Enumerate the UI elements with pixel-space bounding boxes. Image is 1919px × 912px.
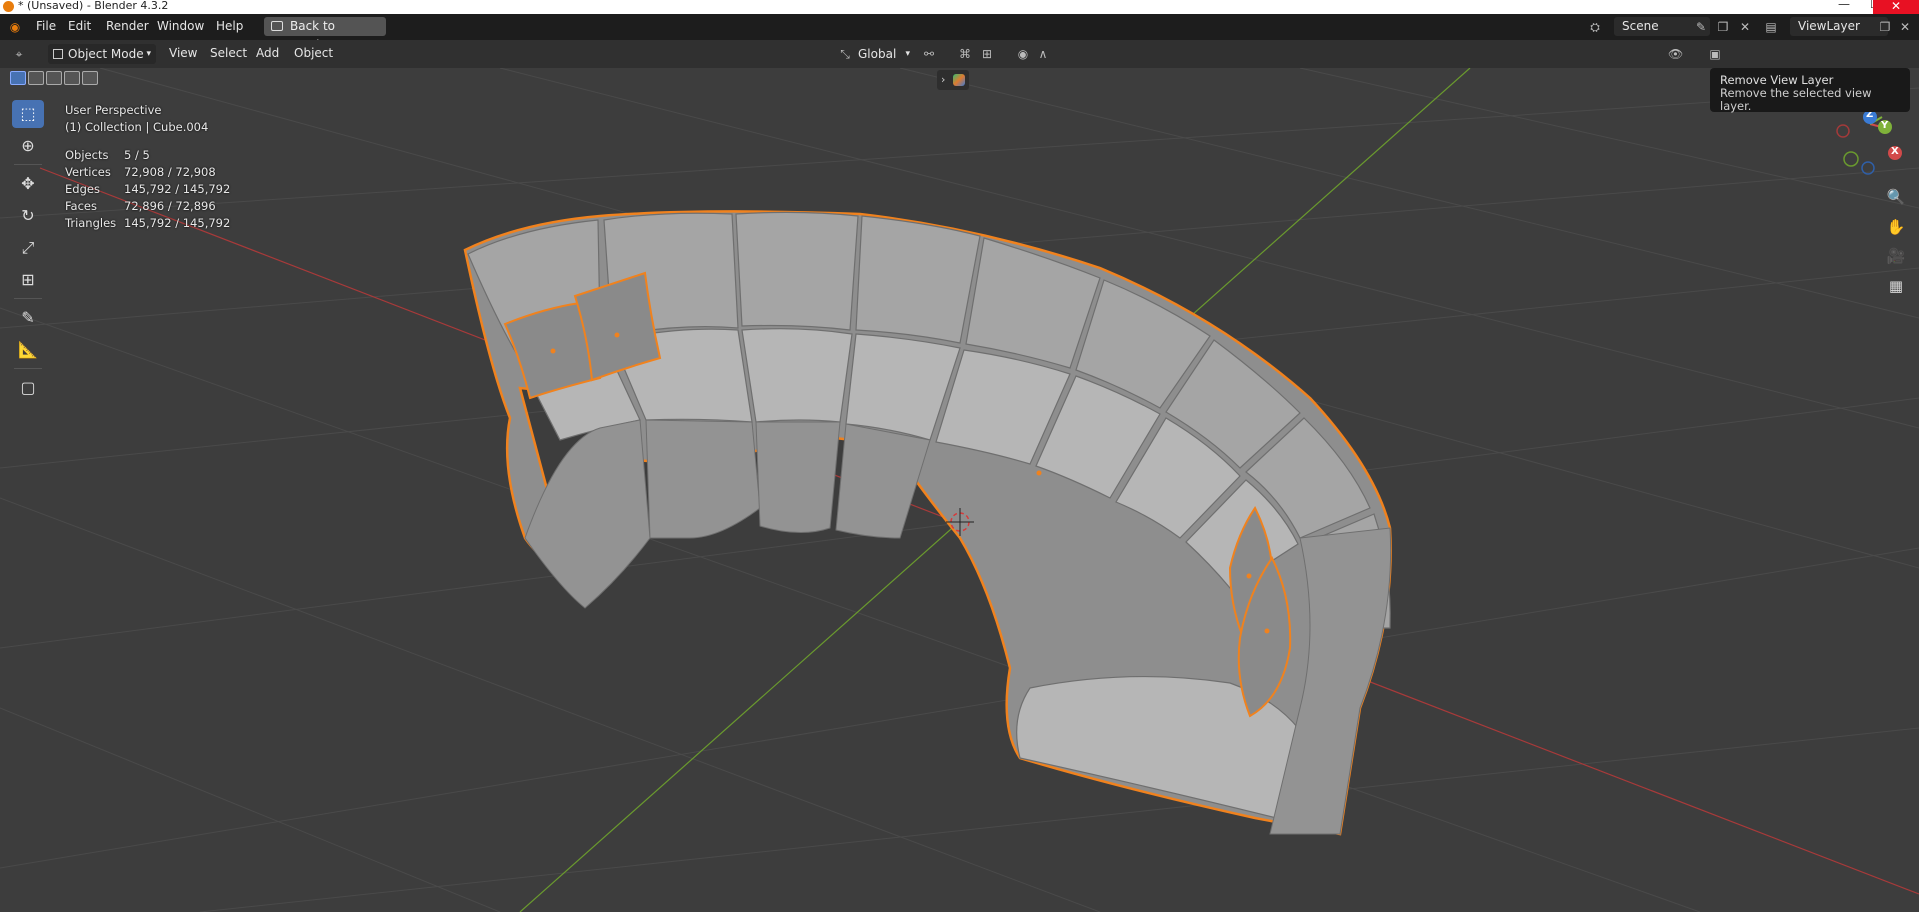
mode-label: Object Mode [68,47,144,61]
select-intersect-mode-icon[interactable] [82,71,98,85]
chevron-down-icon: ▾ [146,49,151,59]
viewport-header: ⌖ Object Mode ▾ View Select Add Object ⤡… [0,40,1919,68]
camera-icon[interactable]: 🎥 [1884,244,1908,268]
tooltip: Remove View Layer Remove the selected vi… [1710,68,1910,113]
pin-icon[interactable]: ✎ [1694,20,1708,34]
menu-edit[interactable]: Edit [68,19,91,33]
stat-value: 145,792 / 145,792 [124,216,231,230]
move-tool-icon[interactable]: ✥ [12,170,44,198]
gizmo-y-label: Y [1881,120,1889,131]
stat-row: Vertices 72,908 / 72,908 [65,164,230,181]
viewport-info: User Perspective (1) Collection | Cube.0… [65,102,208,136]
menu-file[interactable]: File [36,19,56,33]
pan-hand-icon[interactable]: ✋ [1884,215,1908,239]
snap-target-icon[interactable]: ⊞ [980,47,994,61]
chevron-down-icon: ▾ [905,49,910,59]
menu-add[interactable]: Add [256,46,279,60]
select-box-tool-icon[interactable]: ⬚ [12,100,44,128]
blender-logo-icon [3,1,14,12]
tool-separator [14,368,42,369]
falloff-icon[interactable]: ∧ [1036,47,1050,61]
view-layer-selector[interactable]: ViewLayer [1790,17,1888,36]
stat-label: Edges [65,182,100,196]
active-collection-label: (1) Collection | Cube.004 [65,120,209,134]
visibility-icon[interactable]: 👁 [1668,47,1683,61]
select-new-mode-icon[interactable] [10,71,26,85]
close-button[interactable]: ✕ [1873,0,1919,14]
screen-icon [271,21,283,31]
chevron-right-icon: › [941,73,946,86]
add-cube-tool-icon[interactable]: ▢ [12,374,44,402]
stat-value: 72,896 / 72,896 [124,199,216,213]
stat-row: Faces 72,896 / 72,896 [65,198,230,215]
snap-icon[interactable]: ⌘ [958,47,972,61]
delete-scene-icon[interactable]: ✕ [1738,20,1752,34]
menu-help[interactable]: Help [216,19,243,33]
stat-value: 5 / 5 [124,148,150,162]
zoom-icon[interactable]: 🔍 [1884,185,1908,209]
curved-sofa-model[interactable] [463,210,1392,836]
new-scene-icon[interactable]: ❐ [1716,20,1730,34]
stat-row: Edges 145,792 / 145,792 [65,181,230,198]
stat-value: 145,792 / 145,792 [124,182,231,196]
stat-value: 72,908 / 72,908 [124,165,216,179]
top-menu-bar: ◉ File Edit Render Window Help Back to P… [0,14,1919,52]
rotate-tool-icon[interactable]: ↻ [12,202,44,230]
ortho-grid-icon[interactable]: ▦ [1884,274,1908,298]
3d-viewport[interactable]: Z X Y › ⬚ ⊕ ✥ ↻ ⤢ ⊞ ✎ 📐 ▢ User Perspecti… [0,68,1919,912]
gizmo-x-label: X [1891,146,1899,157]
scene-icon[interactable]: ⛭ [1588,20,1602,34]
remove-view-layer-icon[interactable]: ✕ [1898,20,1912,34]
cursor-tool-icon[interactable]: ⊕ [12,132,44,160]
editor-type-icon[interactable]: ⌖ [12,47,26,61]
proportional-editing-icon[interactable]: ◉ [1016,47,1030,61]
back-to-previous-button[interactable]: Back to Previous [264,17,386,52]
scene-statistics: Objects 5 / 5 Vertices 72,908 / 72,908 Edg… [65,147,230,232]
scale-tool-icon[interactable]: ⤢ [12,234,44,262]
menu-render[interactable]: Render [106,19,149,33]
stat-label: Vertices [65,165,111,179]
gizmo-toggle-icon[interactable]: ▣ [1708,47,1722,61]
transform-orientation-dropdown[interactable]: ⤡ Global ▾ [838,44,914,64]
annotate-tool-icon[interactable]: ✎ [12,304,44,332]
stat-label: Faces [65,199,97,213]
addon-toggle-button[interactable]: › [937,70,969,90]
viewport-scene [0,68,1919,912]
perspective-label: User Perspective [65,103,162,117]
pivot-point-icon[interactable]: ⚯ [922,47,936,61]
tool-separator [14,298,42,299]
new-view-layer-icon[interactable]: ❐ [1878,20,1892,34]
select-extend-mode-icon[interactable] [28,71,44,85]
selection-mode-buttons [10,71,100,87]
menu-view[interactable]: View [169,46,197,60]
tool-separator [14,164,42,165]
window-title: * (Unsaved) - Blender 4.3.2 [18,0,169,12]
menu-select[interactable]: Select [210,46,247,60]
menu-window[interactable]: Window [157,19,204,33]
transform-orientation-label: Global [858,47,897,61]
blender-menu-icon[interactable]: ◉ [8,20,22,34]
menu-object[interactable]: Object [294,46,333,60]
object-mode-icon [53,49,63,59]
select-subtract-mode-icon[interactable] [46,71,62,85]
stat-row: Triangles 145,792 / 145,792 [65,215,230,232]
addon-icon [953,74,965,86]
measure-tool-icon[interactable]: 📐 [12,336,44,364]
stat-row: Objects 5 / 5 [65,147,230,164]
stat-label: Objects [65,148,109,162]
tooltip-description: Remove the selected view layer. [1720,86,1872,113]
orientation-icon: ⤡ [840,47,850,61]
stat-label: Triangles [65,216,117,230]
window-titlebar: * (Unsaved) - Blender 4.3.2 — ☐ ✕ [0,0,1919,14]
minimize-button[interactable]: — [1838,0,1850,10]
mode-dropdown[interactable]: Object Mode ▾ [48,44,156,64]
view-layer-icon[interactable]: ▤ [1764,20,1778,34]
select-invert-mode-icon[interactable] [64,71,80,85]
transform-tool-icon[interactable]: ⊞ [12,266,44,294]
